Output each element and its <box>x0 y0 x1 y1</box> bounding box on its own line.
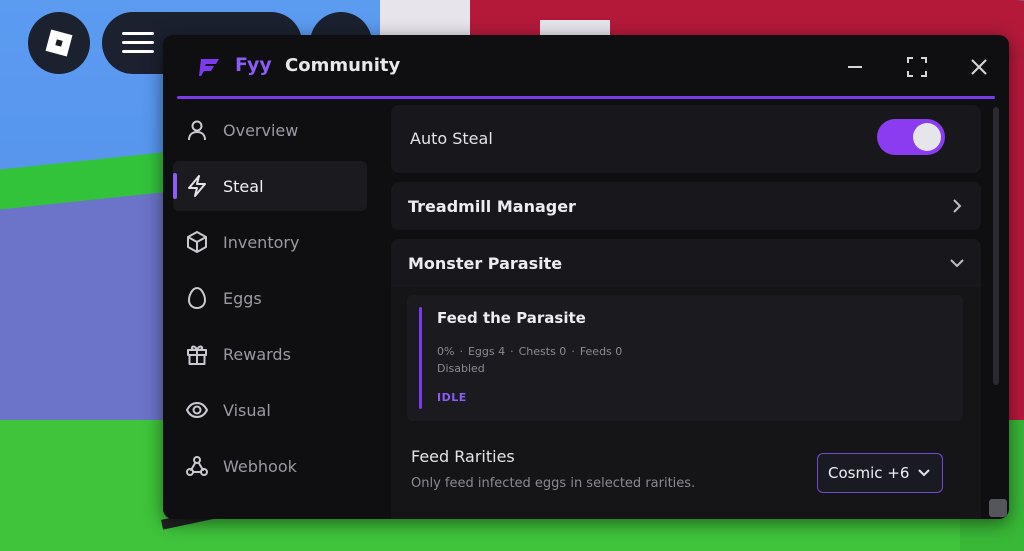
sidebar-item-inventory[interactable]: Inventory <box>173 217 367 267</box>
gift-icon <box>185 342 209 366</box>
rarity-dropdown-value: Cosmic +6 <box>828 464 910 482</box>
minimize-icon <box>848 66 862 68</box>
sidebar-item-label: Steal <box>223 176 264 196</box>
chevron-down-icon <box>950 259 964 268</box>
feed-accent-bar <box>419 307 422 409</box>
fyy-logo-icon <box>199 59 219 76</box>
sidebar-item-label: Webhook <box>223 456 297 476</box>
feed-parasite-card: Feed the Parasite 0% · Eggs 4 · Chests 0 · Fee… <box>407 295 963 421</box>
maximize-icon <box>907 57 927 77</box>
title-accent-line <box>177 96 995 99</box>
toggle-knob <box>913 123 941 151</box>
auto-steal-label: Auto Steal <box>410 129 493 148</box>
auto-steal-row: Auto Steal <box>391 105 981 173</box>
maximize-button[interactable] <box>903 53 931 81</box>
sidebar-item-label: Inventory <box>223 232 300 252</box>
minimize-button[interactable] <box>841 53 869 81</box>
feed-state-badge: IDLE <box>437 391 467 404</box>
eye-icon <box>185 398 209 422</box>
sidebar-item-visual[interactable]: Visual <box>173 385 367 435</box>
hamburger-icon[interactable] <box>122 32 154 54</box>
sidebar: Overview Steal Inventory Eggs Rewards Vi… <box>163 103 377 519</box>
sidebar-item-label: Visual <box>223 400 271 420</box>
box-icon <box>185 230 209 254</box>
lightning-icon <box>185 174 209 198</box>
rarity-dropdown[interactable]: Cosmic +6 <box>817 453 943 493</box>
feed-rarities-description: Only feed infected eggs in selected rari… <box>411 476 696 491</box>
treadmill-manager-section[interactable]: Treadmill Manager <box>391 182 981 230</box>
community-window: Fyy Community Overview Steal Inventory E… <box>163 35 1009 519</box>
sidebar-item-overview[interactable]: Overview <box>173 105 367 155</box>
roblox-logo-icon <box>45 29 73 57</box>
roblox-menu-button[interactable] <box>28 12 90 74</box>
sidebar-item-label: Rewards <box>223 344 291 364</box>
feed-status: Disabled <box>437 362 485 375</box>
section-title: Treadmill Manager <box>408 197 576 216</box>
webhook-icon <box>185 454 209 478</box>
sidebar-item-eggs[interactable]: Eggs <box>173 273 367 323</box>
feed-feeds: Feeds 0 <box>579 345 623 358</box>
user-icon <box>185 118 209 142</box>
feed-stats: 0% · Eggs 4 · Chests 0 · Feeds 0 <box>437 345 623 358</box>
egg-icon <box>185 286 209 310</box>
feed-eggs: Eggs 4 <box>467 345 506 358</box>
title-bar[interactable]: Fyy Community <box>163 35 1009 97</box>
section-title: Monster Parasite <box>408 254 563 273</box>
sidebar-item-label: Overview <box>223 120 299 140</box>
chevron-down-icon <box>918 469 930 477</box>
content-panel: Auto Steal Treadmill Manager Monster Par… <box>383 105 989 519</box>
auto-steal-toggle[interactable] <box>877 119 945 155</box>
monster-parasite-header[interactable]: Monster Parasite <box>391 239 981 287</box>
brand-name: Fyy <box>235 54 272 76</box>
sidebar-item-webhook[interactable]: Webhook <box>173 441 367 491</box>
content-scrollbar[interactable] <box>993 107 999 385</box>
feed-progress: 0% <box>437 345 455 358</box>
monster-parasite-section: Monster Parasite Feed the Parasite 0% · Eg… <box>391 239 981 519</box>
sidebar-item-label: Eggs <box>223 288 262 308</box>
chevron-right-icon <box>953 199 962 213</box>
sidebar-item-rewards[interactable]: Rewards <box>173 329 367 379</box>
feed-rarities-label: Feed Rarities <box>411 447 515 466</box>
feed-title: Feed the Parasite <box>437 309 586 327</box>
window-title: Community <box>285 55 401 76</box>
sidebar-item-steal[interactable]: Steal <box>173 161 367 211</box>
close-button[interactable] <box>965 53 993 81</box>
close-icon <box>971 59 987 75</box>
feed-chests: Chests 0 <box>518 345 567 358</box>
resize-handle[interactable] <box>989 499 1007 517</box>
